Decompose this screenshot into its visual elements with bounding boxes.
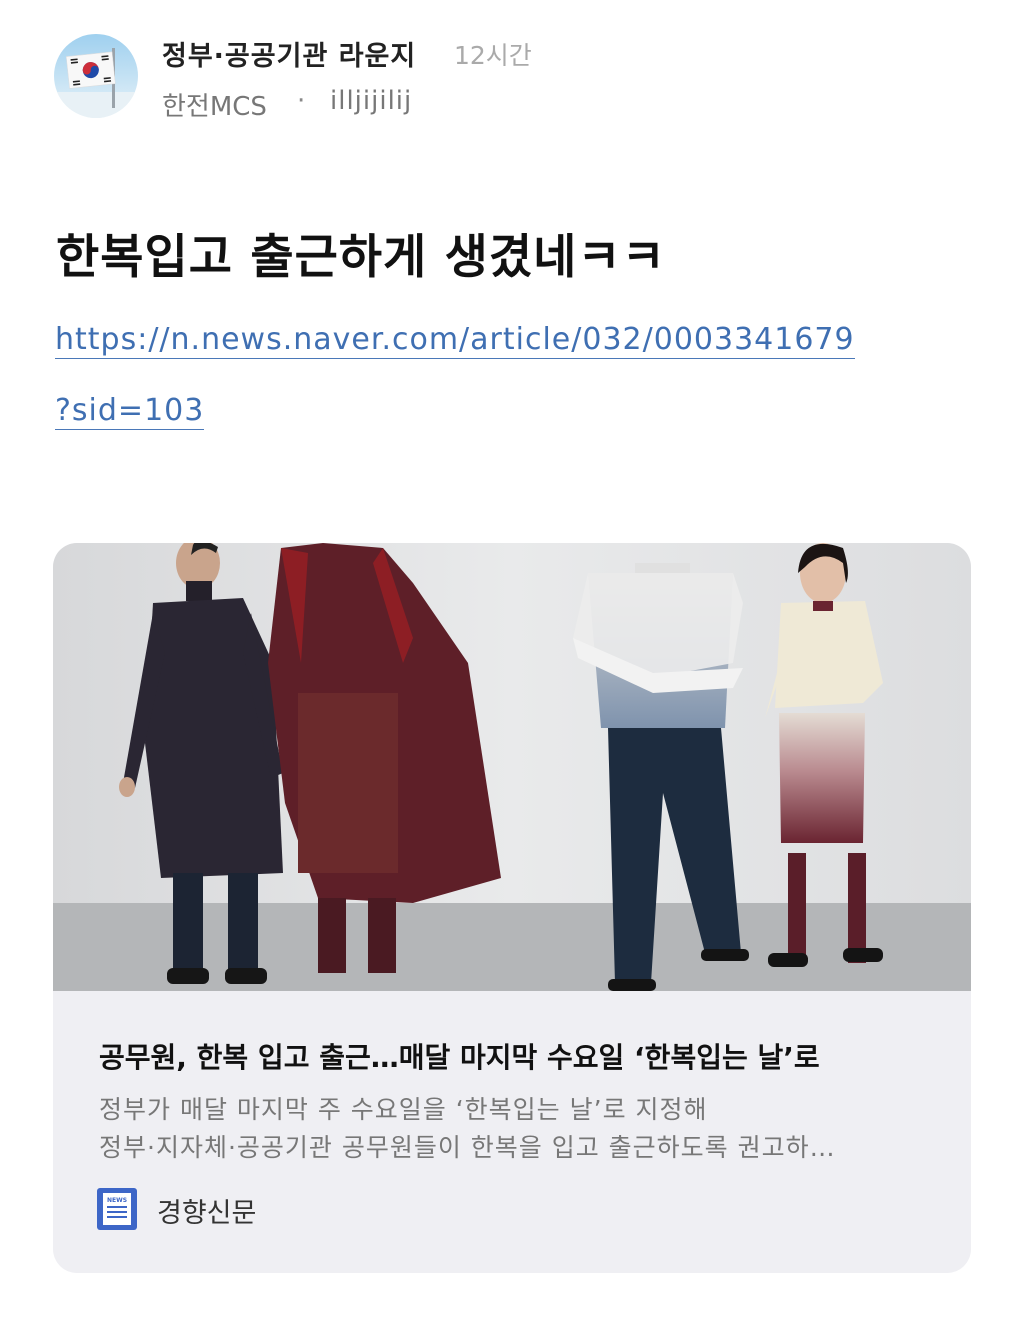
svg-text:NEWS: NEWS xyxy=(107,1197,127,1204)
source-name: 경향신문 xyxy=(157,1198,257,1229)
article-link-line1[interactable]: https://n.news.naver.com/article/032/000… xyxy=(55,322,855,359)
meta-separator: · xyxy=(297,86,306,116)
link-preview-card[interactable]: 공무원, 한복 입고 출근…매달 마지막 수요일 ‘한복입는 날’로 정부가 매… xyxy=(53,543,971,1273)
news-icon: NEWS xyxy=(97,1188,137,1230)
korean-flag-avatar-icon[interactable] xyxy=(54,34,138,118)
article-headline[interactable]: 공무원, 한복 입고 출근…매달 마지막 수요일 ‘한복입는 날’로 xyxy=(99,1036,820,1076)
author-company[interactable]: 한전MCS xyxy=(162,86,267,123)
post-time: 12시간 xyxy=(454,41,532,70)
post-title: 한복입고 출근하게 생겼네ㅋㅋ xyxy=(56,230,666,285)
author-username[interactable]: illjijilij xyxy=(330,86,412,116)
lounge-name[interactable]: 정부·공공기관 라운지 xyxy=(162,34,416,73)
article-link-line2[interactable]: ?sid=103 xyxy=(55,393,205,430)
article-description-line1: 정부가 매달 마지막 주 수요일을 ‘한복입는 날’로 지정해 xyxy=(99,1095,708,1124)
article-description-line2: 정부·지자체·공공기관 공무원들이 한복을 입고 출근하도록 권고하… xyxy=(99,1133,836,1162)
post-header: 정부·공공기관 라운지 12시간 한전MCS · illjijilij xyxy=(54,34,974,124)
article-thumbnail[interactable] xyxy=(53,543,971,991)
